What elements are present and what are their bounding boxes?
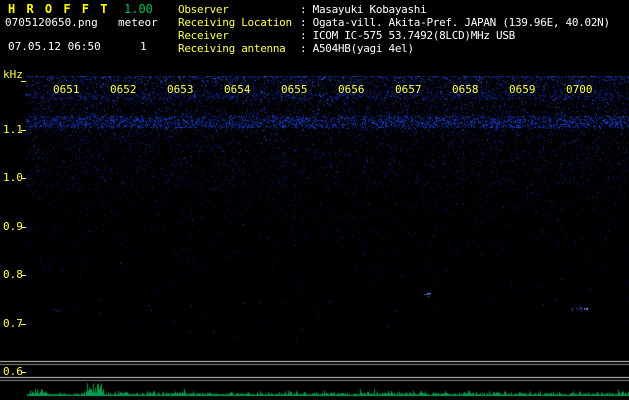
freq-tick-label: 0.9 <box>3 220 23 233</box>
info-value: : ICOM IC-575 53.7492(8LCD)MHz USB <box>300 29 515 42</box>
time-tick-label: 0657 <box>395 83 422 96</box>
time-tick-label: 0658 <box>452 83 479 96</box>
meteor-count: 1 <box>140 40 147 53</box>
info-label: Observer <box>178 3 229 16</box>
time-tick-label: 0659 <box>509 83 536 96</box>
freq-tick-label: 1.1 <box>3 123 23 136</box>
info-label: Receiving Location <box>178 16 292 29</box>
info-value: : Masayuki Kobayashi <box>300 3 427 16</box>
info-label: Receiver <box>178 29 229 42</box>
time-tick-label: 0655 <box>281 83 308 96</box>
info-row-antenna: Receiving antenna : A504HB(yagi 4el) <box>178 42 610 55</box>
spectrogram-canvas <box>26 76 629 361</box>
observation-datetime: 07.05.12 06:50 <box>8 40 101 53</box>
time-tick-label: 0653 <box>167 83 194 96</box>
app-version: 1.00 <box>124 2 153 16</box>
freq-tick-label: 0.8 <box>3 268 23 281</box>
info-row-receiver: Receiver : ICOM IC-575 53.7492(8LCD)MHz … <box>178 29 610 42</box>
signal-strip-canvas <box>0 360 629 400</box>
time-tick-label: 0651 <box>53 83 80 96</box>
freq-tick-label: 0.6 <box>3 365 23 378</box>
freq-tick-label: 1.0 <box>3 171 23 184</box>
info-label: Receiving antenna <box>178 42 286 55</box>
output-filename: 0705120650.png <box>5 16 98 29</box>
freq-tick-label: 0.7 <box>3 317 23 330</box>
time-tick-label: 0654 <box>224 83 251 96</box>
hrofft-screen: H R O F F T 1.00 0705120650.png meteor 0… <box>0 0 629 400</box>
station-info: Observer : Masayuki Kobayashi Receiving … <box>178 3 610 55</box>
info-value: : A504HB(yagi 4el) <box>300 42 414 55</box>
mode-label: meteor <box>118 16 158 29</box>
time-tick-label: 0656 <box>338 83 365 96</box>
info-value: : Ogata-vill. Akita-Pref. JAPAN (139.96E… <box>300 16 610 29</box>
time-tick-label: 0700 <box>566 83 593 96</box>
info-row-location: Receiving Location : Ogata-vill. Akita-P… <box>178 16 610 29</box>
info-row-observer: Observer : Masayuki Kobayashi <box>178 3 610 16</box>
app-title: H R O F F T <box>8 2 110 16</box>
time-tick-label: 0652 <box>110 83 137 96</box>
freq-tick-mark <box>21 81 26 82</box>
freq-unit-label: kHz <box>3 68 23 81</box>
